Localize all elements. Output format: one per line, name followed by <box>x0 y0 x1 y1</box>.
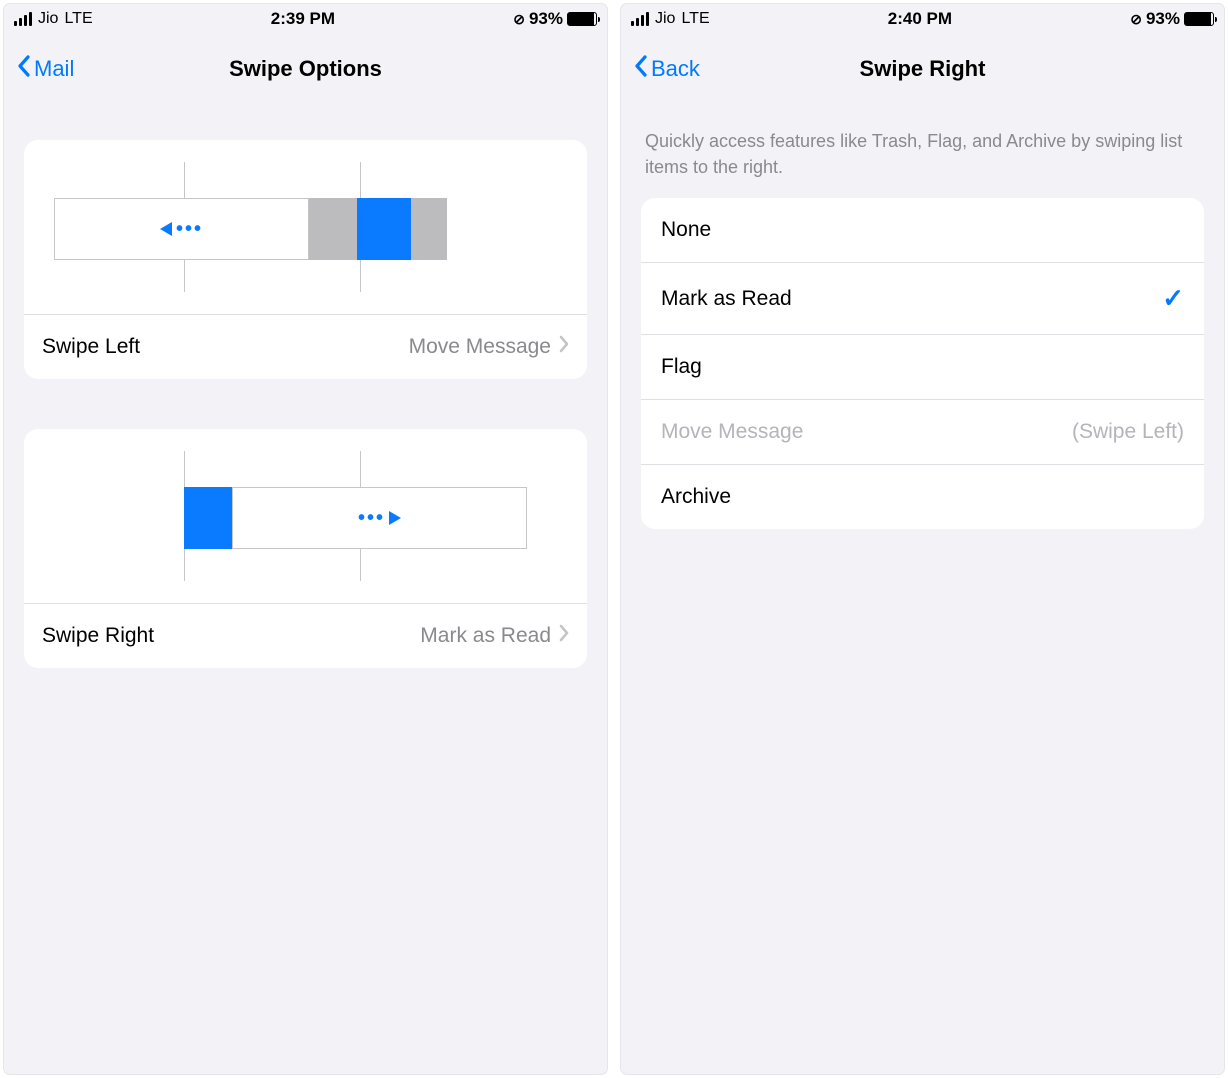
phone-swipe-options: Jio LTE 2:39 PM ⊘ 93% Mail Swipe Options <box>4 4 607 1074</box>
phone-swipe-right: Jio LTE 2:40 PM ⊘ 93% Back Swipe Right Q… <box>621 4 1224 1074</box>
option-label: Move Message <box>661 420 803 444</box>
carrier-label: Jio <box>655 10 675 28</box>
checkmark-icon: ✓ <box>1162 283 1184 314</box>
nav-bar: Mail Swipe Options <box>4 34 607 104</box>
option-mark-as-read[interactable]: Mark as Read ✓ <box>641 263 1204 335</box>
row-value: Move Message <box>409 335 551 359</box>
chevron-left-icon <box>633 54 649 84</box>
clock: 2:40 PM <box>710 9 1131 29</box>
clock: 2:39 PM <box>93 9 514 29</box>
swipe-left-card: ••• Swipe Left Move Message <box>24 140 587 379</box>
option-label: Archive <box>661 485 731 509</box>
nav-title: Swipe Options <box>4 56 607 82</box>
network-label: LTE <box>681 10 709 28</box>
section-description: Quickly access features like Trash, Flag… <box>641 104 1204 190</box>
battery-icon <box>567 12 597 26</box>
battery-percent: 93% <box>529 9 563 29</box>
swipe-right-card: ••• Swipe Right Mark as Read <box>24 429 587 668</box>
option-label: Mark as Read <box>661 287 792 311</box>
chevron-right-icon <box>559 624 569 648</box>
back-label: Mail <box>34 56 74 82</box>
rotation-lock-icon: ⊘ <box>513 11 525 28</box>
signal-icon <box>14 12 32 26</box>
back-button[interactable]: Mail <box>16 54 74 84</box>
back-label: Back <box>651 56 700 82</box>
status-bar: Jio LTE 2:39 PM ⊘ 93% <box>4 4 607 34</box>
arrow-left-icon: ••• <box>160 218 203 241</box>
chevron-left-icon <box>16 54 32 84</box>
swipe-left-preview: ••• <box>24 140 587 315</box>
option-label: None <box>661 218 711 242</box>
battery-icon <box>1184 12 1214 26</box>
row-label: Swipe Left <box>42 335 140 359</box>
swipe-right-preview: ••• <box>24 429 587 604</box>
arrow-right-icon: ••• <box>358 507 401 530</box>
row-label: Swipe Right <box>42 624 154 648</box>
status-bar: Jio LTE 2:40 PM ⊘ 93% <box>621 4 1224 34</box>
battery-percent: 93% <box>1146 9 1180 29</box>
option-flag[interactable]: Flag <box>641 335 1204 400</box>
signal-icon <box>631 12 649 26</box>
nav-bar: Back Swipe Right <box>621 34 1224 104</box>
network-label: LTE <box>64 10 92 28</box>
option-label: Flag <box>661 355 702 379</box>
swipe-left-row[interactable]: Swipe Left Move Message <box>24 315 587 379</box>
row-value: Mark as Read <box>420 624 551 648</box>
option-move-message: Move Message (Swipe Left) <box>641 400 1204 465</box>
option-aside: (Swipe Left) <box>1072 420 1184 444</box>
option-archive[interactable]: Archive <box>641 465 1204 529</box>
back-button[interactable]: Back <box>633 54 700 84</box>
option-none[interactable]: None <box>641 198 1204 263</box>
nav-title: Swipe Right <box>621 56 1224 82</box>
options-list: None Mark as Read ✓ Flag Move Message (S… <box>641 198 1204 529</box>
chevron-right-icon <box>559 335 569 359</box>
rotation-lock-icon: ⊘ <box>1130 11 1142 28</box>
carrier-label: Jio <box>38 10 58 28</box>
swipe-right-row[interactable]: Swipe Right Mark as Read <box>24 604 587 668</box>
